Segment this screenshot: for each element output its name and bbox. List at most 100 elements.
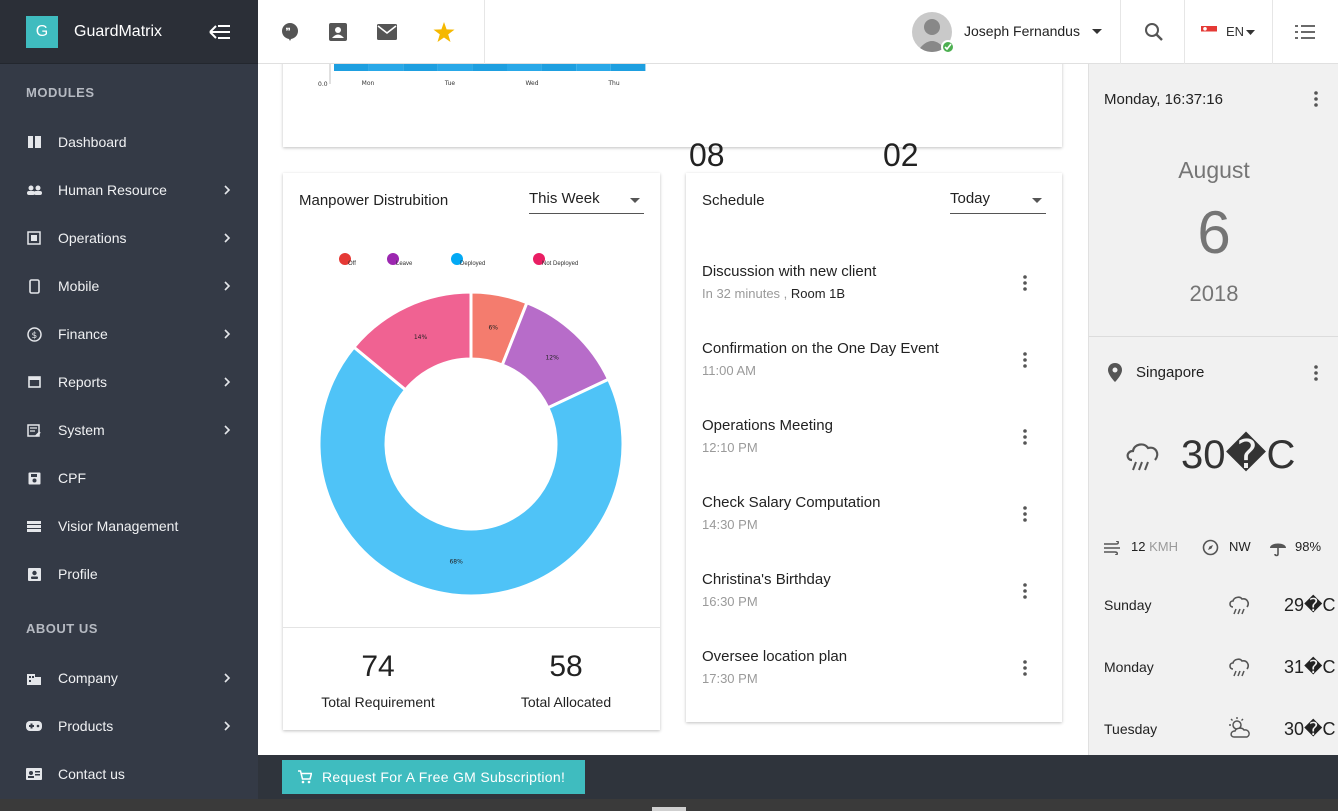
x-tick-label: Tue — [444, 80, 456, 87]
schedule-item[interactable]: Christina's Birthday 16:30 PM — [702, 571, 1048, 648]
more-options-icon[interactable] — [1023, 352, 1027, 368]
wind-speed: 12 KMH — [1131, 539, 1178, 554]
legend-label[interactable]: Deployed — [460, 261, 485, 267]
legend-label[interactable]: Leave — [396, 261, 412, 267]
language-caret-icon[interactable] — [1244, 20, 1256, 44]
rain-cloud-icon — [1229, 658, 1249, 677]
weather-city: Singapore — [1136, 364, 1205, 381]
online-status-icon — [941, 40, 955, 54]
sidebar-item-label: CPF — [58, 470, 86, 486]
contact-card-icon[interactable] — [326, 20, 350, 44]
task-list-icon[interactable] — [1293, 20, 1317, 44]
sidebar-item-label: Company — [58, 670, 118, 686]
chevron-right-icon — [224, 329, 231, 339]
weekly-activity-card: 0.0 Mon Tue Wed Thu 08 02 — [283, 64, 1062, 173]
mini-bar — [610, 64, 646, 71]
mini-bar — [507, 64, 542, 71]
sidebar-item-label: Human Resource — [58, 182, 167, 198]
current-temperature: 30�C — [1181, 433, 1296, 477]
main-content: 0.0 Mon Tue Wed Thu 08 02 Manpower Distrubit… — [258, 64, 1088, 755]
sidebar-item-label: Dashboard — [58, 134, 127, 150]
brand-name[interactable]: GuardMatrix — [74, 23, 162, 41]
schedule-item[interactable]: Discussion with new client In 32 minutes… — [702, 263, 1048, 340]
mini-bar — [576, 64, 611, 71]
more-options-icon[interactable] — [1023, 275, 1027, 291]
app-root: G GuardMatrix MODULES Dashboard Human Re… — [0, 0, 1338, 811]
scroll-handle[interactable] — [652, 807, 686, 811]
more-options-icon[interactable] — [1023, 506, 1027, 522]
sidebar-item-dashboard[interactable]: Dashboard — [0, 118, 258, 166]
language-select[interactable]: EN — [1226, 24, 1244, 39]
brand-logo[interactable]: G — [26, 15, 58, 48]
chat-icon[interactable]: ❞ — [278, 20, 302, 44]
more-options-icon[interactable] — [1023, 583, 1027, 599]
x-tick-label: Wed — [525, 80, 538, 87]
legend-label[interactable]: Not Deployed — [542, 261, 578, 267]
sidebar-item-finance[interactable]: $ Finance — [0, 310, 258, 358]
schedule-item-time: 14:30 PM — [702, 517, 758, 532]
svg-text:$: $ — [31, 331, 37, 341]
sidebar-item-human-resource[interactable]: Human Resource — [0, 166, 258, 214]
sidebar-item-cpf[interactable]: CPF — [0, 454, 258, 502]
umbrella-icon — [1270, 543, 1286, 557]
schedule-item[interactable]: Oversee location plan 17:30 PM — [702, 648, 1048, 725]
collapse-sidebar-icon[interactable] — [208, 20, 232, 44]
more-options-icon[interactable] — [1314, 365, 1318, 381]
schedule-item-title: Christina's Birthday — [702, 571, 831, 588]
card-title: Schedule — [702, 192, 765, 209]
sidebar-item-system[interactable]: System — [0, 406, 258, 454]
sidebar-item-visitor-management[interactable]: Visior Management — [0, 502, 258, 550]
sidebar-item-products[interactable]: Products — [0, 702, 258, 750]
select-value: This Week — [529, 190, 600, 207]
manpower-period-select[interactable]: This Week — [529, 190, 644, 214]
sidebar-item-profile[interactable]: Profile — [0, 550, 258, 598]
cart-icon — [298, 770, 312, 784]
sun-cloud-icon — [1229, 717, 1250, 738]
schedule-item[interactable]: Check Salary Computation 14:30 PM — [702, 494, 1048, 571]
divider — [283, 627, 660, 628]
request-subscription-button[interactable]: Request For A Free GM Subscription! — [282, 760, 585, 794]
divider — [1184, 0, 1185, 64]
sidebar-item-company[interactable]: Company — [0, 654, 258, 702]
about-section-title: ABOUT US — [26, 620, 98, 636]
star-icon[interactable] — [432, 20, 456, 44]
legend-label[interactable]: Off — [348, 261, 356, 267]
more-options-icon[interactable] — [1023, 660, 1027, 676]
svg-text:❞: ❞ — [286, 27, 291, 38]
stat-value: 08 — [689, 137, 725, 173]
user-name[interactable]: Joseph Fernandus — [964, 23, 1080, 39]
sidebar-item-contact-us[interactable]: Contact us — [0, 750, 258, 798]
mini-bar — [403, 64, 438, 71]
sidebar-item-mobile[interactable]: Mobile — [0, 262, 258, 310]
sidebar-item-label: Reports — [58, 374, 108, 390]
schedule-item[interactable]: Operations Meeting 12:10 PM — [702, 417, 1048, 494]
sidebar-item-reports[interactable]: Reports — [0, 358, 258, 406]
more-options-icon[interactable] — [1023, 429, 1027, 445]
user-menu-caret-icon[interactable] — [1090, 20, 1104, 44]
slice-label: 14% — [414, 334, 428, 341]
caret-down-icon — [630, 198, 640, 203]
schedule-period-select[interactable]: Today — [950, 190, 1046, 214]
schedule-item[interactable]: Confirmation on the One Day Event 11:00 … — [702, 340, 1048, 417]
profile-icon — [26, 566, 42, 582]
sidebar-item-label: Finance — [58, 326, 108, 342]
forecast-temp: 30�C — [1284, 719, 1336, 739]
more-options-icon[interactable] — [1314, 91, 1318, 107]
chevron-right-icon — [224, 425, 231, 435]
search-icon[interactable] — [1142, 20, 1166, 44]
sidebar-item-label: Mobile — [58, 278, 100, 294]
schedule-item-time: 12:10 PM — [702, 440, 758, 455]
total-allocated-label: Total Allocated — [520, 694, 612, 710]
chevron-right-icon — [224, 377, 231, 387]
location-pin-icon — [1108, 363, 1122, 382]
card-title: Manpower Distrubition — [299, 192, 449, 209]
sidebar-item-operations[interactable]: Operations — [0, 214, 258, 262]
schedule-item-title: Oversee location plan — [702, 648, 848, 665]
singapore-flag-icon[interactable] — [1200, 25, 1218, 37]
mail-icon[interactable] — [375, 20, 399, 44]
wind-icon — [1104, 541, 1120, 555]
schedule-item-time: 11:00 AM — [702, 363, 756, 378]
reports-icon — [26, 374, 42, 390]
dollar-icon: $ — [26, 326, 42, 342]
mobile-icon — [26, 278, 42, 294]
